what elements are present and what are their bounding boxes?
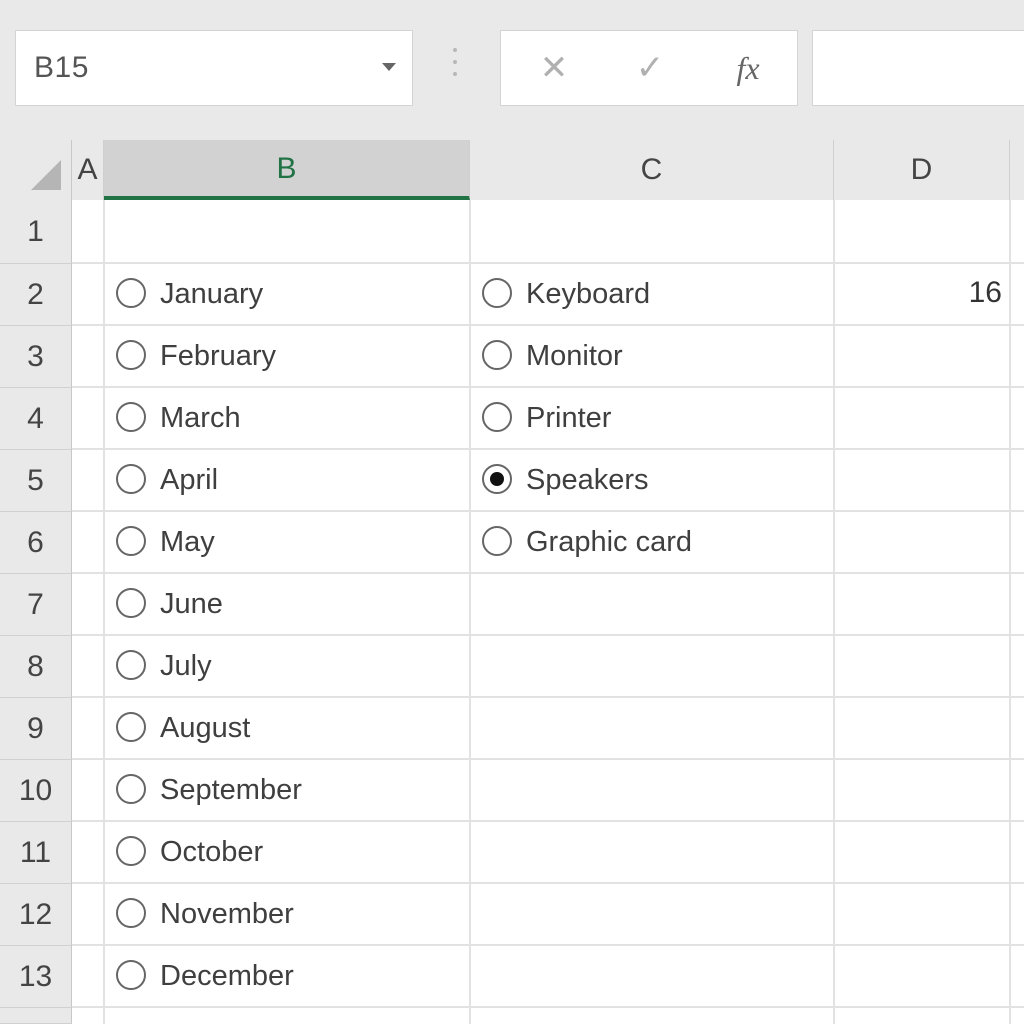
radio-circle-icon[interactable]: [482, 340, 512, 370]
row-header-14[interactable]: [0, 1008, 72, 1024]
grid-line: [72, 820, 1024, 822]
option-label: Keyboard: [526, 278, 651, 310]
row-header-9[interactable]: 9: [0, 698, 72, 760]
radio-circle-icon[interactable]: [116, 898, 146, 928]
radio-circle-icon[interactable]: [116, 526, 146, 556]
formula-bar: B15 ✕ ✓ fx: [0, 0, 1024, 140]
grid-line: [72, 448, 1024, 450]
option-label: July: [160, 650, 212, 682]
row-header-1[interactable]: 1: [0, 200, 72, 264]
cell-d2[interactable]: 16: [840, 276, 1002, 310]
row-header-10[interactable]: 10: [0, 760, 72, 822]
grid-line: [72, 324, 1024, 326]
radio-circle-icon[interactable]: [116, 836, 146, 866]
option-label: August: [160, 712, 251, 744]
name-box[interactable]: B15: [15, 30, 413, 106]
radio-circle-icon[interactable]: [116, 464, 146, 494]
grid-line: [72, 944, 1024, 946]
option-label: Printer: [526, 402, 612, 434]
row-header-8[interactable]: 8: [0, 636, 72, 698]
row-header-7[interactable]: 7: [0, 574, 72, 636]
column-header-c[interactable]: C: [470, 140, 834, 200]
radio-circle-icon[interactable]: [116, 712, 146, 742]
option-label: March: [160, 402, 241, 434]
radio-circle-icon[interactable]: [116, 340, 146, 370]
insert-function-button[interactable]: fx: [713, 31, 783, 105]
radio-circle-icon[interactable]: [482, 526, 512, 556]
row-header-4[interactable]: 4: [0, 388, 72, 450]
grid-line: [72, 634, 1024, 636]
column-header-b[interactable]: B: [104, 140, 470, 200]
radio-circle-icon[interactable]: [482, 278, 512, 308]
row-header-13[interactable]: 13: [0, 946, 72, 1008]
option-label: June: [160, 588, 223, 620]
option-label: Speakers: [526, 464, 649, 496]
grid-line: [72, 758, 1024, 760]
grid-line: [72, 572, 1024, 574]
row-header-2[interactable]: 2: [0, 264, 72, 326]
option-label: September: [160, 774, 302, 806]
option-label: Monitor: [526, 340, 623, 372]
option-label: February: [160, 340, 277, 372]
option-label: Graphic card: [526, 526, 693, 558]
column-header-d[interactable]: D: [834, 140, 1010, 200]
chevron-down-icon[interactable]: [382, 63, 396, 71]
select-all-icon: [31, 160, 61, 190]
column-header-e[interactable]: [1010, 140, 1024, 200]
row-header-11[interactable]: 11: [0, 822, 72, 884]
formula-bar-grip[interactable]: [452, 48, 458, 88]
grid-line: [72, 510, 1024, 512]
grid-line: [72, 262, 1024, 264]
radio-circle-icon[interactable]: [116, 774, 146, 804]
grid-line: [72, 696, 1024, 698]
option-label: May: [160, 526, 215, 558]
row-header-3[interactable]: 3: [0, 326, 72, 388]
row-header-6[interactable]: 6: [0, 512, 72, 574]
radio-circle-icon[interactable]: [482, 402, 512, 432]
radio-circle-icon[interactable]: [116, 588, 146, 618]
option-label: December: [160, 960, 294, 992]
radio-selected-icon[interactable]: [482, 464, 512, 494]
option-label: April: [160, 464, 219, 496]
radio-circle-icon[interactable]: [116, 278, 146, 308]
enter-icon[interactable]: ✓: [615, 31, 685, 105]
formula-actions: ✕ ✓ fx: [500, 30, 798, 106]
grid-line: [72, 386, 1024, 388]
option-label: November: [160, 898, 294, 930]
grid-line: [72, 882, 1024, 884]
cancel-icon[interactable]: ✕: [519, 31, 589, 105]
radio-circle-icon[interactable]: [116, 402, 146, 432]
formula-input[interactable]: [812, 30, 1024, 106]
radio-circle-icon[interactable]: [116, 960, 146, 990]
name-box-value[interactable]: B15: [34, 51, 89, 85]
option-label: January: [160, 278, 264, 310]
select-all-button[interactable]: [0, 140, 72, 200]
row-header-5[interactable]: 5: [0, 450, 72, 512]
column-header-a[interactable]: A: [72, 140, 104, 200]
radio-circle-icon[interactable]: [116, 650, 146, 680]
option-label: October: [160, 836, 264, 868]
grid-line: [72, 1006, 1024, 1008]
row-header-12[interactable]: 12: [0, 884, 72, 946]
